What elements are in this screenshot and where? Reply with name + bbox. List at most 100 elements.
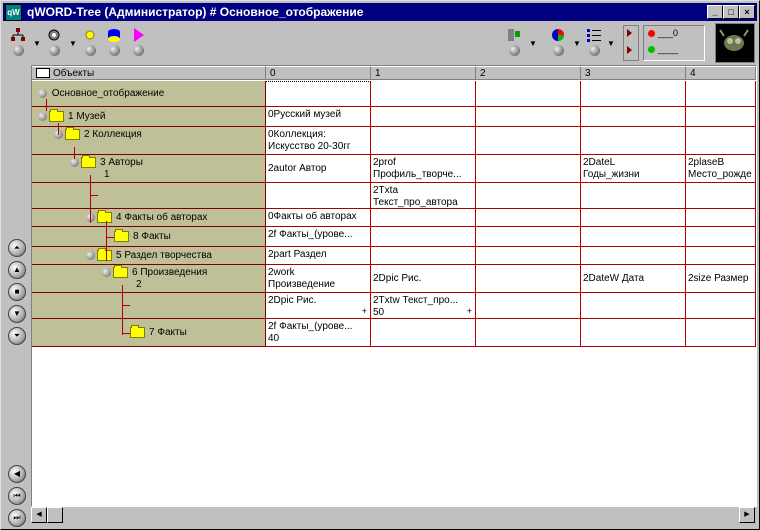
grid-cell[interactable] — [371, 107, 476, 127]
first-page-icon[interactable]: ⏮ — [8, 487, 26, 505]
tree-cell[interactable]: 6 Произведения 2 — [32, 265, 266, 293]
grid-cell[interactable] — [686, 127, 756, 155]
grid-cell[interactable] — [371, 247, 476, 265]
chevron-down-icon[interactable]: ▼ — [573, 39, 581, 48]
grid-cell[interactable] — [476, 293, 581, 319]
grid-cell[interactable] — [476, 209, 581, 227]
next-row-icon[interactable]: ▼ — [8, 305, 26, 323]
tree-cell[interactable]: 5 Раздел творчества — [32, 247, 266, 265]
objects-header[interactable]: Объекты — [32, 66, 266, 80]
chevron-down-icon[interactable]: ▼ — [33, 39, 41, 48]
table-row[interactable]: 1 Музей 0Русский музей — [32, 107, 756, 127]
scroll-thumb[interactable] — [47, 507, 63, 523]
tree-cell[interactable]: 1 Музей — [32, 107, 266, 127]
scroll-right-icon[interactable]: ▶ — [739, 507, 755, 523]
light-button[interactable] — [79, 25, 103, 59]
grid-cell[interactable] — [581, 319, 686, 347]
grid-cell[interactable] — [686, 319, 756, 347]
grid-cell[interactable] — [476, 247, 581, 265]
grid-cell[interactable]: 2part Раздел — [266, 247, 371, 265]
collapse-icon[interactable] — [102, 268, 111, 277]
grid-cell[interactable] — [476, 183, 581, 209]
column-header[interactable]: 0 — [266, 66, 371, 80]
tree-cell[interactable]: Основное_отображение — [32, 81, 266, 107]
table-row[interactable]: 3 Авторы 1 2autor Автор 2prof Профиль_тво… — [32, 155, 756, 183]
tree-cell[interactable] — [32, 293, 266, 319]
grid-cell[interactable]: 2autor Автор — [266, 155, 371, 183]
grid-cell[interactable] — [686, 227, 756, 247]
title-bar[interactable]: qW qWORD-Tree (Администратор) # Основное… — [3, 3, 757, 21]
collapse-icon[interactable] — [38, 112, 47, 121]
settings-button[interactable] — [43, 25, 67, 59]
grid-cell[interactable]: 2Txta Текст_про_автора — [371, 183, 476, 209]
grid-cell[interactable] — [371, 319, 476, 347]
table-row[interactable]: 2 Коллекция 0Коллекция: Искусство 20-30гг — [32, 127, 756, 155]
tree-node[interactable]: 8 Факты — [114, 229, 171, 242]
minimize-button[interactable]: _ — [707, 5, 723, 19]
grid-cell[interactable] — [686, 183, 756, 209]
column-header[interactable]: 2 — [476, 66, 581, 80]
tree-node[interactable]: 6 Произведения — [102, 265, 207, 278]
grid-cell[interactable]: 2f Факты_(урове... 40 — [266, 319, 371, 347]
grid-cell[interactable] — [266, 183, 371, 209]
grid-cell[interactable]: 2Txtw Текст_про... 50 + — [371, 293, 476, 319]
rewind-icon[interactable]: ◀ — [8, 465, 26, 483]
tree-node[interactable]: 5 Раздел творчества — [86, 248, 212, 261]
tree-node[interactable]: 1 Музей — [38, 109, 105, 122]
grid-cell[interactable] — [581, 81, 686, 107]
grid-cell[interactable] — [581, 227, 686, 247]
grid-cell[interactable] — [581, 127, 686, 155]
tree-node[interactable]: 4 Факты об авторах — [86, 210, 207, 223]
grid-cell[interactable]: 2DateL Годы_жизни — [581, 155, 686, 183]
grid-cell[interactable] — [371, 127, 476, 155]
grid-cell[interactable] — [581, 183, 686, 209]
tree-cell[interactable]: 8 Факты — [32, 227, 266, 247]
tree-cell[interactable] — [32, 183, 266, 209]
prev-row-icon[interactable]: ▲ — [8, 261, 26, 279]
tree-cell[interactable]: 7 Факты — [32, 319, 266, 347]
table-row[interactable]: 4 Факты об авторах 0Факты об авторах — [32, 209, 756, 227]
grid-cell[interactable] — [476, 107, 581, 127]
arrow-right-icon[interactable] — [627, 29, 632, 37]
grid-cell[interactable] — [371, 227, 476, 247]
app-icon[interactable]: qW — [5, 4, 22, 21]
table-row[interactable]: 2Dpic Рис. + 2Txtw Текст_про... 50 + — [32, 293, 756, 319]
database-button[interactable] — [103, 25, 127, 59]
grid-cell[interactable]: 2size Размер — [686, 265, 756, 293]
table-row[interactable]: 7 Факты 2f Факты_(урове... 40 — [32, 319, 756, 347]
grid-cell[interactable]: 0Русский музей — [266, 107, 371, 127]
expand-mark[interactable]: + — [467, 305, 472, 317]
chevron-down-icon[interactable]: ▼ — [69, 39, 77, 48]
collapse-icon[interactable] — [86, 251, 95, 260]
expand-mark[interactable]: + — [362, 305, 367, 317]
grid-cell[interactable] — [686, 247, 756, 265]
grid-cell[interactable]: 2prof Профиль_творче... — [371, 155, 476, 183]
chevron-down-icon[interactable]: ▼ — [529, 39, 537, 48]
tree-node[interactable]: 3 Авторы — [70, 155, 143, 168]
tree-node[interactable]: 2 Коллекция — [54, 127, 142, 140]
column-header[interactable]: 3 — [581, 66, 686, 80]
column-header[interactable]: 1 — [371, 66, 476, 80]
grid-cell[interactable] — [476, 227, 581, 247]
skip-icon[interactable]: ⏭ — [8, 509, 26, 527]
grid-cell[interactable] — [371, 209, 476, 227]
column-header[interactable]: 4 — [686, 66, 756, 80]
grid-cell[interactable] — [476, 127, 581, 155]
grid-cell[interactable] — [581, 107, 686, 127]
tree-cell[interactable]: 4 Факты об авторах — [32, 209, 266, 227]
grid-cell[interactable]: 2Dpic Рис. + — [266, 293, 371, 319]
list-button[interactable] — [583, 25, 607, 59]
tree-node[interactable]: 7 Факты — [130, 325, 187, 338]
scroll-left-icon[interactable]: ◀ — [31, 507, 47, 523]
table-row[interactable]: 6 Произведения 2 2work Произведение 2Dpic… — [32, 265, 756, 293]
table-row[interactable]: 5 Раздел творчества 2part Раздел — [32, 247, 756, 265]
collapse-icon[interactable] — [70, 158, 79, 167]
grid-cell[interactable] — [371, 81, 476, 107]
table-row[interactable]: 2Txta Текст_про_автора — [32, 183, 756, 209]
grid-cell[interactable]: 2plaseB Место_рожде — [686, 155, 756, 183]
stop-icon[interactable]: ■ — [8, 283, 26, 301]
grid-cell[interactable]: 2Dpic Рис. — [371, 265, 476, 293]
grid-cell[interactable] — [476, 155, 581, 183]
grid-cell[interactable] — [266, 81, 371, 107]
tree-cell[interactable]: 2 Коллекция — [32, 127, 266, 155]
